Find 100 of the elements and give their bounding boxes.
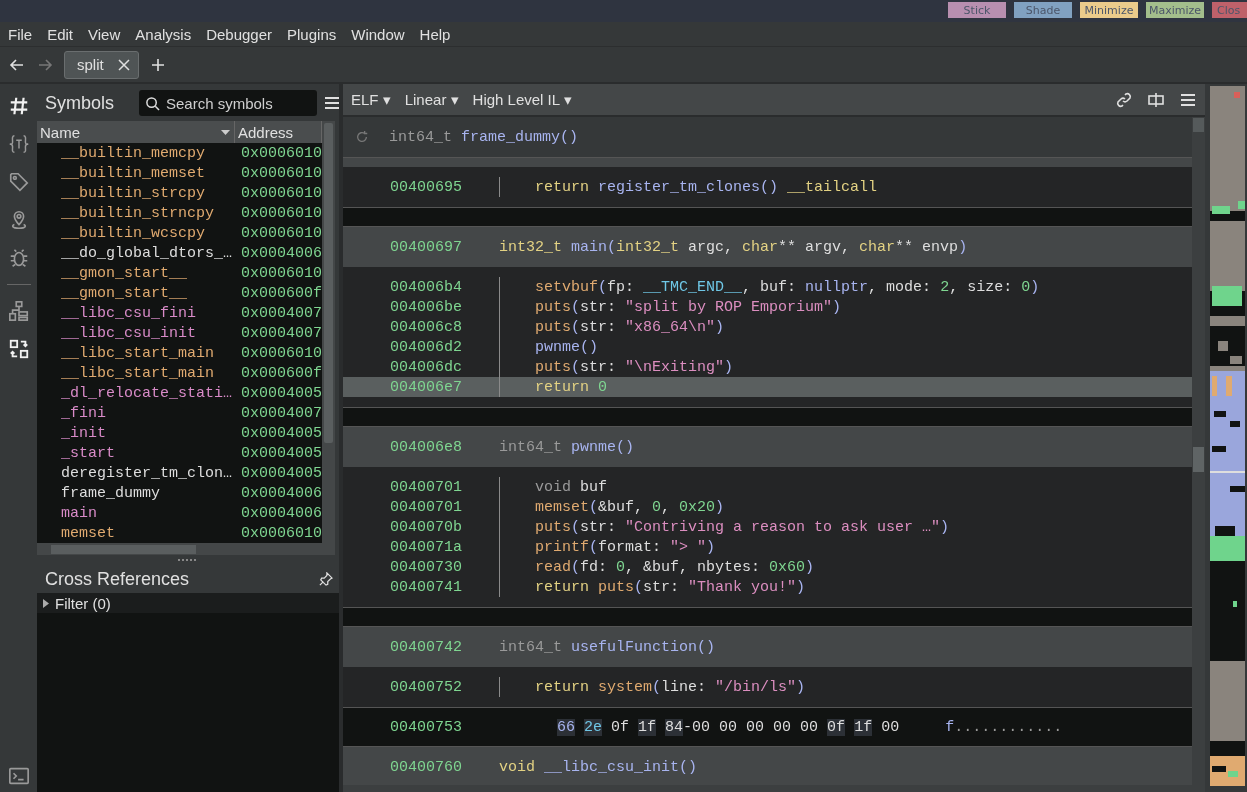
symbol-address: 0x0006010	[241, 204, 322, 222]
close-icon[interactable]	[117, 58, 130, 71]
symbol-name[interactable]: _dl_relocate_stati…	[37, 384, 241, 402]
address-label: 00400730	[389, 558, 463, 576]
symbol-name[interactable]: __builtin_wcscpy	[37, 224, 241, 242]
menu-item[interactable]: Help	[419, 25, 451, 43]
pin-icon[interactable]	[319, 572, 333, 586]
swap-icon[interactable]	[7, 337, 30, 361]
menu-item[interactable]: Edit	[47, 25, 74, 43]
address-label: 00400752	[389, 678, 463, 696]
symbol-name[interactable]: __do_global_dtors_…	[37, 244, 241, 262]
symbol-name[interactable]: __libc_csu_init	[37, 324, 241, 342]
code-line: setvbuf(fp: __TMC_END__, buf: nullptr, mode: 2, size: 0)	[535, 278, 1040, 296]
code-row[interactable]: 004006b4 setvbuf(fp: __TMC_END__, buf: nullptr, mode: 2, size: 0)	[343, 277, 1192, 297]
code-row[interactable]: 0040071a printf(format: "> ")	[343, 537, 1192, 557]
address-label: 004006e7	[389, 378, 463, 396]
filter-label[interactable]: Filter (0)	[55, 594, 111, 612]
symbol-name[interactable]: __builtin_strncpy	[37, 204, 241, 222]
horizontal-scrollbar[interactable]	[343, 785, 1205, 792]
refresh-icon[interactable]	[355, 130, 369, 144]
symbol-address: 0x0004007	[241, 304, 322, 322]
symbol-name[interactable]: deregister_tm_clon…	[37, 464, 241, 482]
minimap-drawing[interactable]	[1210, 86, 1245, 786]
hierarchy-icon[interactable]	[7, 299, 30, 323]
symbol-name[interactable]: __gmon_start__	[37, 264, 241, 282]
column-header[interactable]: Name	[37, 121, 235, 143]
symbol-name[interactable]: __gmon_start__	[37, 284, 241, 302]
window-button[interactable]: Maximize	[1146, 2, 1204, 18]
menu-icon[interactable]	[325, 97, 339, 109]
code-line: memset(&buf, 0, 0x20)	[535, 498, 725, 516]
code-row[interactable]: 00400701 void buf	[343, 477, 1192, 497]
code-row[interactable]: 004006d2 pwnme()	[343, 337, 1192, 357]
code-row[interactable]: 0040070b puts(str: "Contriving a reason to ask user …")	[343, 517, 1192, 537]
view-dropdown[interactable]: ELF ▾	[351, 90, 391, 109]
symbol-name[interactable]: __libc_start_main	[37, 344, 241, 362]
menu-item[interactable]: File	[8, 25, 33, 43]
symbol-name[interactable]: __libc_start_main	[37, 364, 241, 382]
window-button[interactable]: Minimize	[1080, 2, 1138, 18]
symbol-name[interactable]: __builtin_memcpy	[37, 144, 241, 162]
split-view-icon[interactable]	[1147, 90, 1165, 109]
symbol-name[interactable]: __builtin_strcpy	[37, 184, 241, 202]
code-line: puts(str: "x86_64\n")	[535, 318, 725, 336]
function-signature[interactable]: int64_t usefulFunction()	[499, 638, 716, 656]
view-dropdown[interactable]: Linear ▾	[404, 90, 459, 109]
symbol-address: 0x000600f	[241, 364, 322, 382]
symbol-address: 0x0006010	[241, 224, 322, 242]
search-field[interactable]: Search symbols	[139, 90, 317, 116]
symbol-name[interactable]: __libc_csu_fini	[37, 304, 241, 322]
symbol-name[interactable]: main	[37, 504, 241, 522]
symbol-name[interactable]: __builtin_memset	[37, 164, 241, 182]
menu-item[interactable]: Debugger	[206, 25, 273, 43]
menu-item[interactable]: Analysis	[135, 25, 192, 43]
function-signature[interactable]: void __libc_csu_init()	[499, 758, 698, 776]
menu-item[interactable]: View	[88, 25, 121, 43]
address-label: 00400701	[389, 478, 463, 496]
vertical-scrollbar[interactable]	[322, 121, 335, 555]
function-signature[interactable]: int32_t main(int32_t argc, char** argv, char** envp)	[499, 238, 968, 256]
symbol-name[interactable]: _fini	[37, 404, 241, 422]
address-label: 0040071a	[389, 538, 463, 556]
menu-item[interactable]: Plugins	[287, 25, 337, 43]
symbol-name[interactable]: _start	[37, 444, 241, 462]
link-icon[interactable]	[1115, 90, 1133, 109]
code-line: printf(format: "> ")	[535, 538, 716, 556]
code-row[interactable]: 00400741 return puts(str: "Thank you!")	[343, 577, 1192, 597]
symbol-name[interactable]: frame_dummy	[37, 484, 241, 502]
menu-item[interactable]: Window	[351, 25, 405, 43]
symbol-name[interactable]: _init	[37, 424, 241, 442]
code-line: read(fd: 0, &buf, nbytes: 0x60)	[535, 558, 815, 576]
address-label: 00400742	[389, 638, 463, 656]
view-dropdown[interactable]: High Level IL ▾	[472, 90, 572, 109]
symbol-address: 0x0004006	[241, 484, 322, 502]
panel-title: Cross References	[45, 568, 190, 590]
horizontal-scrollbar[interactable]	[37, 543, 322, 555]
address-label: 004006e8	[389, 438, 463, 456]
symbol-address: 0x0004005	[241, 384, 322, 402]
code-row[interactable]: 004006c8 puts(str: "x86_64\n")	[343, 317, 1192, 337]
code-row[interactable]: 00400730 read(fd: 0, &buf, nbytes: 0x60)	[343, 557, 1192, 577]
symbol-address: 0x0004007	[241, 324, 322, 342]
braces-icon[interactable]	[7, 132, 30, 156]
symbol-address: 0x0006010	[241, 264, 322, 282]
file-tab[interactable]: split	[64, 50, 139, 79]
symbol-address: 0x0004007	[241, 404, 322, 422]
expand-caret-icon[interactable]	[43, 598, 49, 608]
address-label: 00400741	[389, 578, 463, 596]
function-signature[interactable]: int64_t pwnme()	[499, 438, 635, 456]
code-row[interactable]: 004006e7 return 0	[343, 377, 1192, 397]
address-label: 004006dc	[389, 358, 463, 376]
symbol-address: 0x0004005	[241, 444, 322, 462]
tag-icon[interactable]	[7, 170, 30, 194]
symbol-address: 0x0006010	[241, 524, 322, 542]
hex-bytes: 66 2e 0f 1f 84-00 00 00 00 00 0f 1f 00	[556, 718, 900, 736]
symbol-address: 0x0006010	[241, 344, 322, 362]
vertical-scrollbar[interactable]	[1192, 117, 1205, 785]
code-row[interactable]: 004006be puts(str: "split by ROP Emporium")	[343, 297, 1192, 317]
code-line: return register_tm_clones() __tailcall	[535, 178, 878, 196]
symbol-address: 0x0004006	[241, 504, 322, 522]
panel-title: Symbols	[45, 92, 116, 114]
symbol-name[interactable]: memset	[37, 524, 241, 542]
resize-grip-icon[interactable]	[178, 558, 198, 562]
code-row[interactable]: 00400701 memset(&buf, 0, 0x20)	[343, 497, 1192, 517]
